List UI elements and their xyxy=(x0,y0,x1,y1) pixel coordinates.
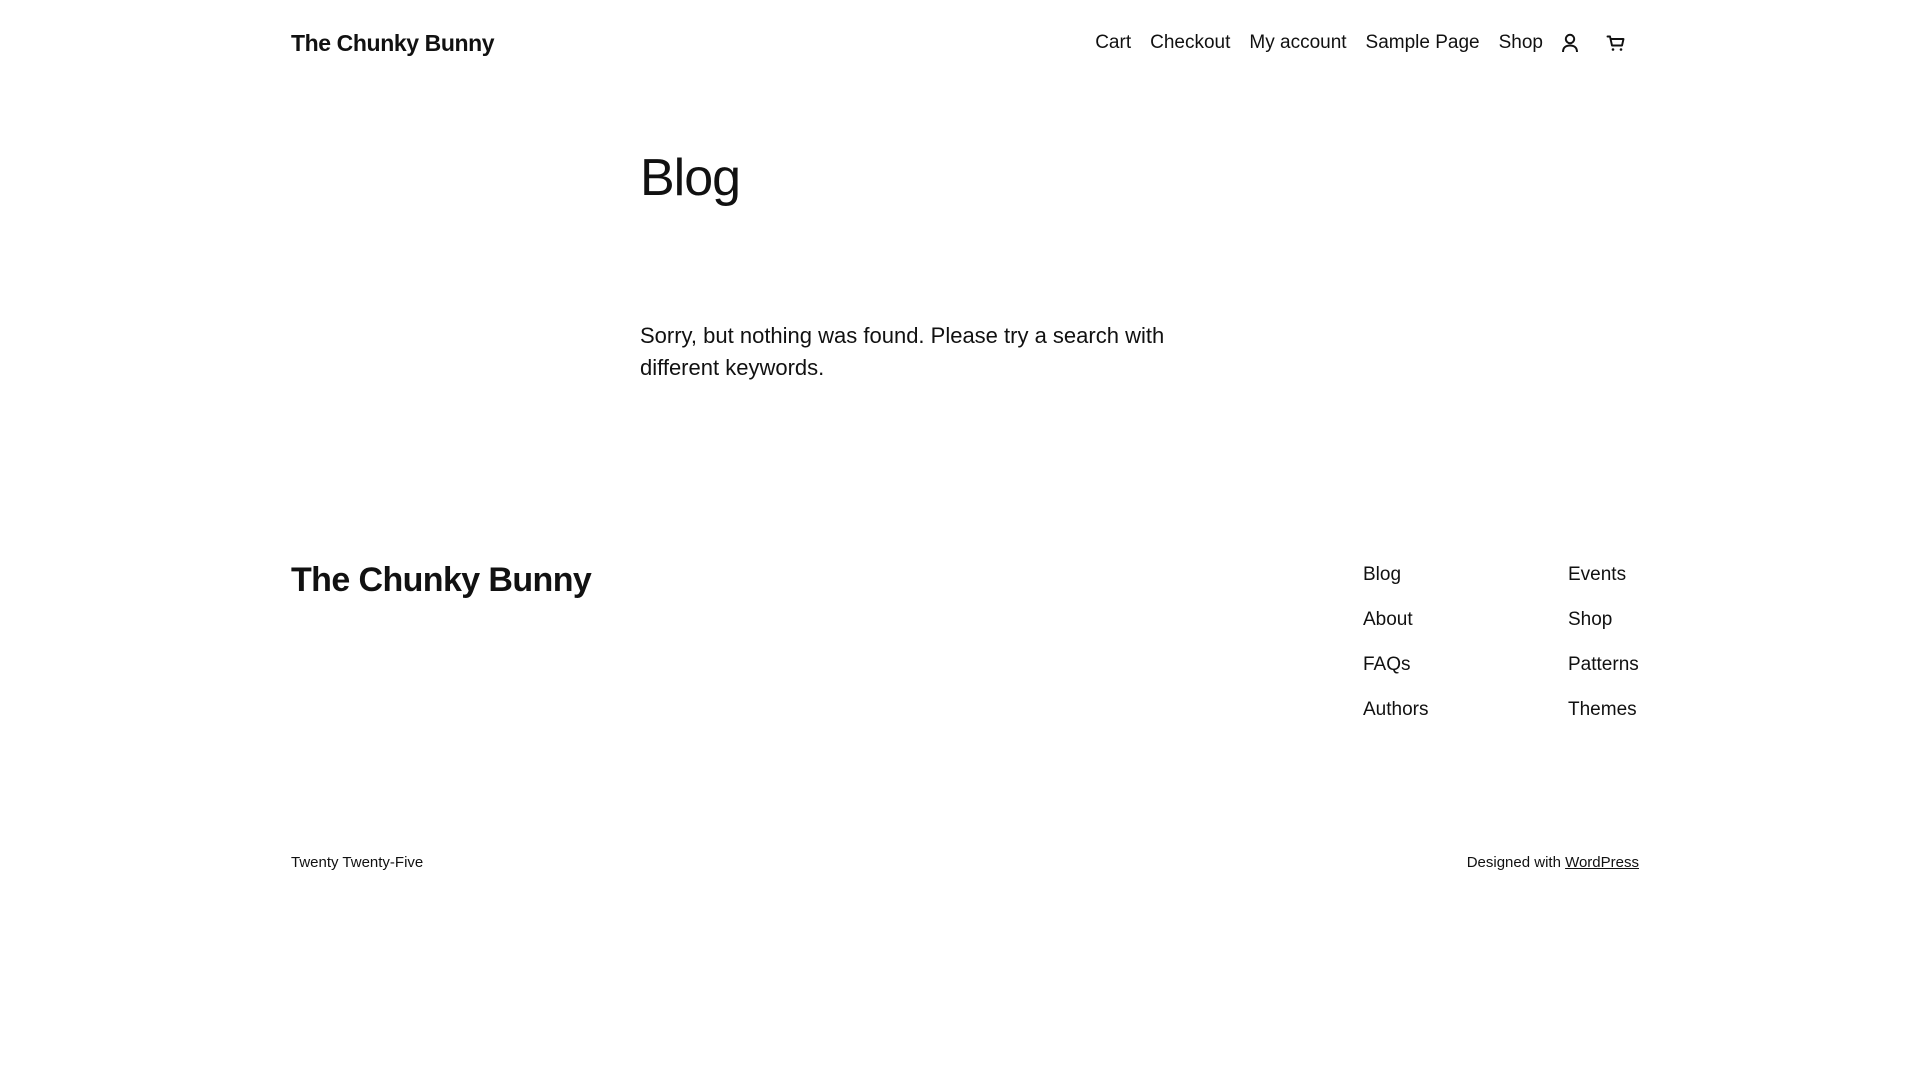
user-icon[interactable] xyxy=(1557,30,1583,56)
footer-link-faqs[interactable]: FAQs xyxy=(1363,652,1428,678)
page: The Chunky Bunny Cart Checkout My accoun… xyxy=(0,0,1920,1080)
footer-link-events[interactable]: Events xyxy=(1568,562,1639,588)
site-title-link[interactable]: The Chunky Bunny xyxy=(291,30,495,57)
wordpress-link[interactable]: WordPress xyxy=(1565,854,1639,871)
nav-link-shop[interactable]: Shop xyxy=(1499,32,1543,54)
nav-link-cart[interactable]: Cart xyxy=(1095,32,1131,54)
cart-icon[interactable] xyxy=(1603,30,1629,56)
site-header: The Chunky Bunny Cart Checkout My accoun… xyxy=(291,22,1639,64)
theme-name: Twenty Twenty-Five xyxy=(291,854,424,871)
nav-link-my-account[interactable]: My account xyxy=(1249,32,1346,54)
footer-site-title[interactable]: The Chunky Bunny xyxy=(291,561,592,600)
footer-link-about[interactable]: About xyxy=(1363,607,1428,633)
nav-link-sample-page[interactable]: Sample Page xyxy=(1366,32,1480,54)
footer-nav-column-1: Blog About FAQs Authors xyxy=(1363,562,1428,742)
page-title: Blog xyxy=(640,149,741,207)
footer-nav-column-2: Events Shop Patterns Themes xyxy=(1568,562,1639,742)
nav-link-checkout[interactable]: Checkout xyxy=(1150,32,1230,54)
main-navigation: Cart Checkout My account Sample Page Sho… xyxy=(1095,30,1639,56)
footer-link-shop[interactable]: Shop xyxy=(1568,607,1639,633)
footer-link-authors[interactable]: Authors xyxy=(1363,697,1428,723)
no-results-message: Sorry, but nothing was found. Please try… xyxy=(640,323,1165,380)
footer-link-blog[interactable]: Blog xyxy=(1363,562,1428,588)
footer-credit: Designed with WordPress xyxy=(1467,854,1639,871)
footer-link-patterns[interactable]: Patterns xyxy=(1568,652,1639,678)
credit-prefix: Designed with xyxy=(1466,854,1561,871)
footer-link-themes[interactable]: Themes xyxy=(1568,697,1639,723)
